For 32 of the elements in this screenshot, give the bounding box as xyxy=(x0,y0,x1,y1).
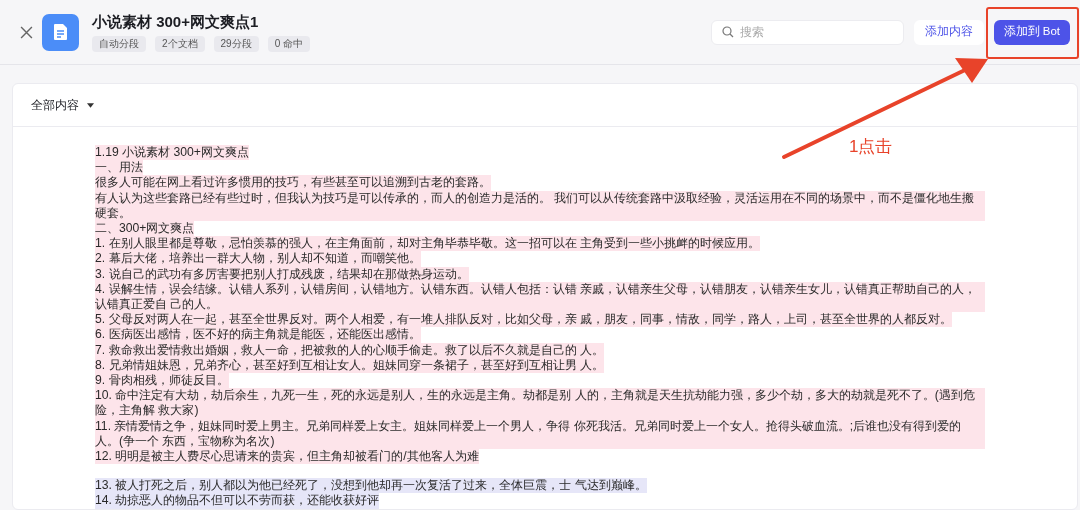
segment-text: 1. 在别人眼里都是尊敬，忌怕羡慕的强人，在主角面前，却对主角毕恭毕敬。这一招可以在 主角受到一些小挑衅的时候应用。 xyxy=(95,236,760,252)
segment-text: 二、300+网文爽点 xyxy=(95,221,195,237)
segment-text: 2. 幕后大佬，培养出一群大人物，别人却不知道，而嘲笑他。 xyxy=(95,251,421,267)
tag: 0 命中 xyxy=(267,35,311,52)
segment-text: 有人认为这些套路已经有些过时，但我认为技巧是可以传承的，而人的创造力是活的。 我们可以从传统套路中汲取经验，灵活运用在不同的场景中，而不是僵化地生搬硬套。 xyxy=(95,190,985,221)
search-field[interactable]: 搜索 xyxy=(710,19,904,45)
segment-text: 13. 被人打死之后，别人都以为他已经死了，没想到他却再一次复活了过来，全体巨震，士 气达到巅峰。 xyxy=(95,478,647,494)
knowledge-title: 小说素材 300+网文爽点1 xyxy=(92,12,260,31)
segment-text: 10. 命中注定有大劫，劫后余生，九死一生，死的永远是别人，生的永远是主角。劫都是别 人的，主角就是天生抗劫能力强，多少个劫，多大的劫就是死不了。(遇到危险，主角解 救大家) xyxy=(95,388,985,419)
segment-text: 5. 父母反对两人在一起，甚至全世界反对。两个人相爱，有一堆人排队反对，比如父母，亲 戚，朋友，同事，情敌，同学，路人，上司，甚至全世界的人都反对。 xyxy=(95,312,952,328)
search-input[interactable]: 搜索 xyxy=(739,23,893,41)
tag: 自动分段 xyxy=(92,35,146,52)
tag: 29分段 xyxy=(213,35,259,52)
caret-icon xyxy=(87,102,94,108)
add-to-bot-button[interactable]: 添加到 Bot xyxy=(993,19,1070,45)
segment-text: 14. 劫掠恶人的物品不但可以不劳而获，还能收获好评 xyxy=(95,493,380,509)
segment-text: 9. 骨肉相残，师徒反目。 xyxy=(95,373,229,389)
segment-text: 1.19 小说素材 300+网文爽点 xyxy=(95,145,249,161)
segment-text: 很多人可能在网上看过许多惯用的技巧，有些甚至可以追溯到古老的套路。 xyxy=(95,175,491,191)
segment-text: 4. 误解生情，误会结缘。认错人系列，认错房间，认错地方。认错东西。认错人包括：认错 亲戚，认错亲生父母，认错朋友，认错亲生女儿，认错真正帮助自己的人，认错真正爱自 己的人。 xyxy=(95,281,985,313)
segment-text: 6. 医病医出感情，医不好的病主角就是能医，还能医出感情。 xyxy=(95,327,421,343)
segment-text: 12. 明明是被主人费尽心思请来的贵宾，但主角却被看门的/其他客人为难 xyxy=(95,449,479,465)
search-icon xyxy=(721,26,734,38)
segment-text: 7. 救命救出爱情救出婚姻，救人一命，把被救的人的心顺手偷走。救了以后不久就是自己的 人。 xyxy=(95,342,604,358)
filter-dropdown[interactable]: 全部内容 xyxy=(31,96,94,114)
segment-text: 一、用法 xyxy=(95,160,143,176)
add-content-button[interactable]: 添加内容 xyxy=(913,19,984,45)
segment-text: 11. 亲情爱情之争，姐妹同时爱上男主。兄弟同样爱上女主。姐妹同样爱上一个男人，争得 你死我活。兄弟同时爱上一个女人。抢得头破血流。;后谁也没有得到爱的人。(争一个 东西，宝物称为名次) xyxy=(95,418,985,450)
document-icon xyxy=(42,13,79,51)
close-icon[interactable] xyxy=(20,25,33,39)
tag: 2个文档 xyxy=(155,35,205,52)
annotation-label: 1点击 xyxy=(849,136,893,158)
